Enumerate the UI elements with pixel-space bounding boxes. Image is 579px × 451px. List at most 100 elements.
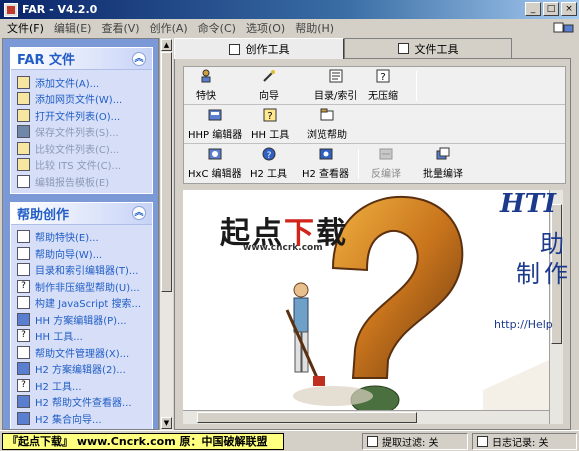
compare-folder-icon	[17, 141, 30, 155]
compare-folder-icon	[17, 158, 30, 172]
h2-viewer-button[interactable]: H2 查看器	[302, 147, 349, 181]
toc-index-editor-link[interactable]: 目录和索引编辑器(T)...	[17, 262, 148, 279]
toc-index-button[interactable]: 目录/索引	[314, 69, 357, 103]
menu-help[interactable]: 帮助(H)	[290, 20, 339, 36]
scroll-thumb[interactable]	[197, 412, 417, 423]
menu-file[interactable]: 文件(F)	[2, 20, 49, 36]
h2-viewer-icon	[17, 395, 30, 409]
site-watermark-url: www.cncrk.com	[243, 243, 323, 253]
scroll-up-arrow-icon[interactable]: ▲	[161, 39, 172, 51]
scroll-thumb[interactable]	[161, 52, 172, 292]
menu-command[interactable]: 命令(C)	[193, 20, 241, 36]
menu-bar: 文件(F) 编辑(E) 查看(V) 创作(A) 命令(C) 选项(O) 帮助(H…	[0, 19, 579, 37]
js-search-link[interactable]: 构建 JavaScript 搜索...	[17, 295, 148, 312]
tab-strip: 创作工具 文件工具	[174, 38, 574, 59]
authoring-tools-icon	[228, 43, 240, 55]
folder-open-icon	[17, 92, 30, 106]
help-doc-icon: ?	[17, 279, 30, 293]
log-icon	[477, 436, 488, 447]
h2-viewer-link[interactable]: H2 帮助文件查看器...	[17, 394, 148, 411]
far-file-group-title: FAR 文件	[17, 53, 75, 68]
hh-tools-link[interactable]: ? HH 工具...	[17, 328, 148, 345]
h2-tools-link[interactable]: ? H2 工具...	[17, 377, 148, 394]
express-button[interactable]: 特快	[196, 69, 216, 103]
add-file-link[interactable]: 添加文件(A)...	[17, 74, 148, 91]
wizard-icon	[17, 230, 30, 244]
artwork-horizontal-scrollbar[interactable]	[183, 410, 549, 424]
wizard-button[interactable]: 向导	[259, 69, 279, 103]
h2-collection-icon	[17, 411, 30, 425]
help-authoring-group: 帮助创作 ︽ 帮助特快(E)... 帮助向导(W)... 目录和索引编辑器(T)…	[10, 201, 153, 429]
add-web-file-link[interactable]: 添加网页文件(W)...	[17, 91, 148, 108]
log-status: 日志记录: 关	[472, 433, 577, 450]
menu-author[interactable]: 创作(A)	[145, 20, 193, 36]
save-file-list-link[interactable]: 保存文件列表(S)...	[17, 124, 148, 141]
menu-view[interactable]: 查看(V)	[96, 20, 144, 36]
status-bar: 『起点下载』 www.Cncrk.com 原：中国破解联盟 提取过滤: 关 日志…	[0, 430, 579, 451]
express-icon	[201, 69, 211, 83]
filter-icon	[367, 436, 378, 447]
title-bar: FAR - V4.2.0 _ □ ×	[0, 0, 579, 19]
uncompressed-icon: ?	[376, 69, 390, 83]
file-manager-icon	[17, 345, 30, 359]
decompile-button[interactable]: 反编译	[371, 147, 401, 181]
tool-row-1: 特快 向导 目录/索引 ? 无压缩	[184, 67, 565, 105]
hh-tools-button[interactable]: ? HH 工具	[251, 108, 289, 142]
help-authoring-group-header[interactable]: 帮助创作 ︽	[11, 202, 152, 225]
restore-window-icon[interactable]	[553, 21, 575, 35]
h2-project-icon	[17, 362, 30, 376]
h2-project-editor-link[interactable]: H2 方案编辑器(2)...	[17, 361, 148, 378]
help-wizard-link[interactable]: 帮助向导(W)...	[17, 245, 148, 262]
compare-file-list-link[interactable]: 比较文件列表(C)...	[17, 140, 148, 157]
open-file-list-link[interactable]: 打开文件列表(O)...	[17, 107, 148, 124]
hh-tools-icon: ?	[17, 329, 30, 343]
folder-open-icon	[17, 75, 30, 89]
uncompressed-button[interactable]: ? 无压缩	[368, 69, 398, 103]
uncompressed-help-link[interactable]: ? 制作非压缩型帮助(U)...	[17, 278, 148, 295]
help-express-link[interactable]: 帮助特快(E)...	[17, 229, 148, 246]
hxc-editor-icon	[208, 148, 222, 160]
svg-text:?: ?	[380, 72, 385, 83]
tab-authoring-tools[interactable]: 创作工具	[174, 38, 344, 59]
close-button[interactable]: ×	[561, 2, 577, 16]
scroll-down-arrow-icon[interactable]: ▼	[161, 417, 172, 429]
h2-viewer-icon	[319, 148, 333, 160]
far-file-group: FAR 文件 ︽ 添加文件(A)... 添加网页文件(W)... 打开文件列表(…	[10, 47, 153, 194]
search-doc-icon	[17, 296, 30, 310]
file-tools-icon	[397, 43, 409, 54]
task-panel: FAR 文件 ︽ 添加文件(A)... 添加网页文件(W)... 打开文件列表(…	[2, 38, 159, 430]
decompile-icon	[379, 148, 393, 160]
toolbar-separator	[358, 149, 359, 179]
minimize-button[interactable]: _	[525, 2, 541, 16]
menu-edit[interactable]: 编辑(E)	[49, 20, 97, 36]
task-panel-scrollbar[interactable]: ▲ ▼	[159, 38, 173, 430]
edit-report-template-link[interactable]: 编辑报告模板(E)	[17, 173, 148, 190]
status-banner: 『起点下载』 www.Cncrk.com 原：中国破解联盟	[2, 433, 284, 450]
hh-project-editor-link[interactable]: HH 方案编辑器(P)...	[17, 311, 148, 328]
h2-collection-wizard-link[interactable]: H2 集合向导...	[17, 410, 148, 427]
artwork-url: http://Help	[494, 318, 553, 331]
wizard-icon	[263, 70, 275, 82]
collapse-icon[interactable]: ︽	[132, 51, 146, 66]
compare-its-file-link[interactable]: 比较 ITS 文件(C)...	[17, 157, 148, 174]
far-file-group-header[interactable]: FAR 文件 ︽	[11, 48, 152, 70]
hxc-editor-button[interactable]: HxC 编辑器	[188, 147, 242, 181]
toc-icon	[17, 263, 30, 277]
app-icon	[4, 2, 18, 17]
h2-tools-button[interactable]: ? H2 工具	[250, 147, 287, 181]
tool-row-2: HHP 编辑器 ? HH 工具 浏览帮助	[184, 106, 565, 144]
help-file-manager-link[interactable]: 帮助文件管理器(X)...	[17, 344, 148, 361]
menu-options[interactable]: 选项(O)	[241, 20, 290, 36]
tab-file-tools[interactable]: 文件工具	[344, 38, 512, 58]
batch-compile-button[interactable]: 批量编译	[423, 147, 463, 181]
maximize-button[interactable]: □	[543, 2, 559, 16]
tool-buttons: 特快 向导 目录/索引 ? 无压缩 HHP 编辑器 ? HH 工具 浏览帮助 H…	[183, 66, 566, 184]
h2-tools-icon: ?	[262, 147, 276, 161]
hhp-editor-button[interactable]: HHP 编辑器	[188, 108, 242, 142]
save-disk-icon	[17, 125, 30, 139]
window-title: FAR - V4.2.0	[22, 3, 98, 16]
collapse-icon[interactable]: ︽	[132, 206, 146, 220]
browse-help-button[interactable]: 浏览帮助	[307, 108, 347, 142]
toolbar-separator	[416, 71, 417, 101]
svg-text:?: ?	[267, 111, 272, 122]
